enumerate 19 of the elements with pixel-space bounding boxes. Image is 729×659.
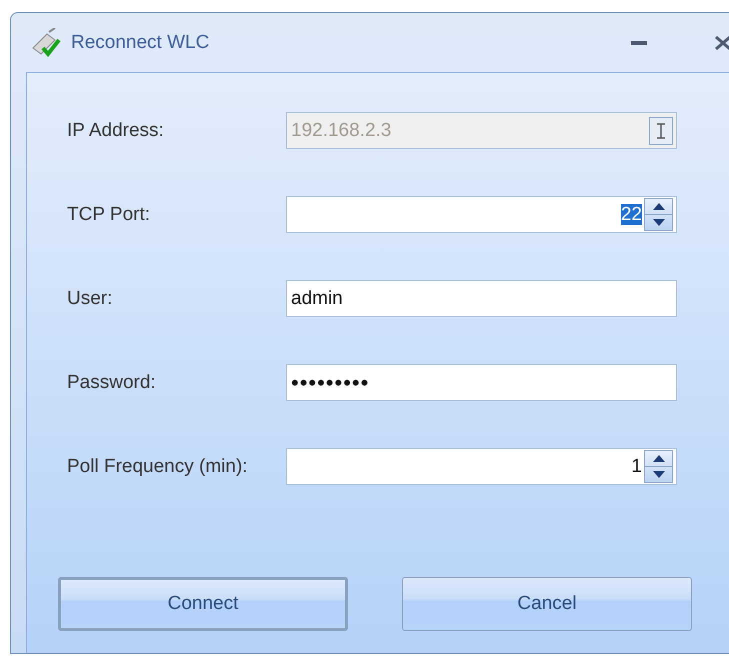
- text-cursor-icon: [656, 122, 666, 138]
- down-arrow-icon: [652, 219, 664, 226]
- password-field[interactable]: •••••••••: [286, 364, 677, 401]
- close-icon: [715, 36, 729, 50]
- field-label: Password:: [67, 372, 157, 394]
- spin-field[interactable]: 22: [286, 196, 677, 233]
- field-label: IP Address:: [67, 120, 165, 142]
- window-title: Reconnect WLC: [71, 32, 210, 54]
- field-label: TCP Port:: [67, 204, 152, 226]
- down-arrow-icon: [652, 471, 664, 478]
- minimize-icon: [631, 40, 647, 44]
- connect-button[interactable]: Connect: [58, 577, 348, 631]
- up-arrow-icon: [652, 203, 664, 210]
- up-arrow-icon: [652, 455, 664, 462]
- field-label: Poll Frequency (min):: [67, 456, 249, 478]
- spin-field[interactable]: 1: [286, 448, 677, 485]
- cancel-button[interactable]: Cancel: [402, 577, 692, 631]
- field-label: User:: [67, 288, 114, 310]
- text-field[interactable]: admin: [286, 280, 677, 317]
